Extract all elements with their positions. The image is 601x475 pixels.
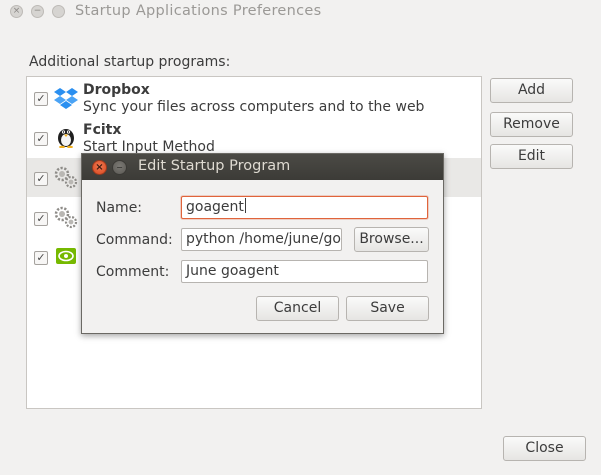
command-label: Command: (96, 232, 173, 248)
cancel-button[interactable]: Cancel (256, 296, 339, 321)
minimize-icon: − (116, 163, 123, 172)
browse-button[interactable]: Browse... (354, 227, 429, 252)
dialog-close-button[interactable]: × (92, 160, 107, 175)
name-field[interactable]: goagent (181, 196, 428, 219)
enabled-checkbox[interactable]: ✓ (34, 251, 48, 265)
enabled-checkbox[interactable]: ✓ (34, 132, 48, 146)
program-name: Dropbox (83, 82, 150, 98)
window-maximize-button[interactable] (52, 5, 65, 18)
text-caret (244, 198, 246, 213)
name-label: Name: (96, 200, 143, 216)
dialog-titlebar: × − Edit Startup Program (82, 154, 443, 180)
list-item-fcitx[interactable]: ✓ Fcitx Start Input Method (27, 118, 481, 157)
dialog-minimize-button[interactable]: − (112, 160, 127, 175)
dialog-title: Edit Startup Program (138, 158, 291, 174)
close-icon: × (12, 6, 21, 16)
window-close-button[interactable]: × (10, 5, 23, 18)
section-label: Additional startup programs: (29, 54, 231, 70)
window-titlebar: × − Startup Applications Preferences (0, 0, 601, 25)
command-field[interactable]: python /home/june/go (181, 228, 342, 251)
enabled-checkbox[interactable]: ✓ (34, 92, 48, 106)
nvidia-icon (56, 248, 76, 264)
program-name: Fcitx (83, 122, 122, 138)
gears-icon (54, 206, 78, 229)
window-minimize-button[interactable]: − (31, 5, 44, 18)
add-button[interactable]: Add (490, 78, 573, 103)
enabled-checkbox[interactable]: ✓ (34, 172, 48, 186)
gears-icon (54, 166, 78, 189)
minimize-icon: − (33, 6, 42, 16)
dropbox-icon (54, 88, 78, 109)
edit-startup-program-dialog: × − Edit Startup Program Name: goagent C… (81, 153, 444, 334)
window-title: Startup Applications Preferences (75, 3, 322, 19)
list-item-dropbox[interactable]: ✓ Dropbox Sync your files across compute… (27, 78, 481, 117)
remove-button[interactable]: Remove (490, 112, 573, 137)
edit-button[interactable]: Edit (490, 144, 573, 169)
close-button[interactable]: Close (503, 436, 586, 461)
comment-field[interactable]: June goagent (181, 260, 428, 283)
enabled-checkbox[interactable]: ✓ (34, 212, 48, 226)
close-icon: × (95, 162, 104, 173)
penguin-icon (58, 129, 74, 148)
comment-label: Comment: (96, 264, 170, 280)
save-button[interactable]: Save (346, 296, 429, 321)
program-description: Sync your files across computers and to … (83, 99, 425, 115)
